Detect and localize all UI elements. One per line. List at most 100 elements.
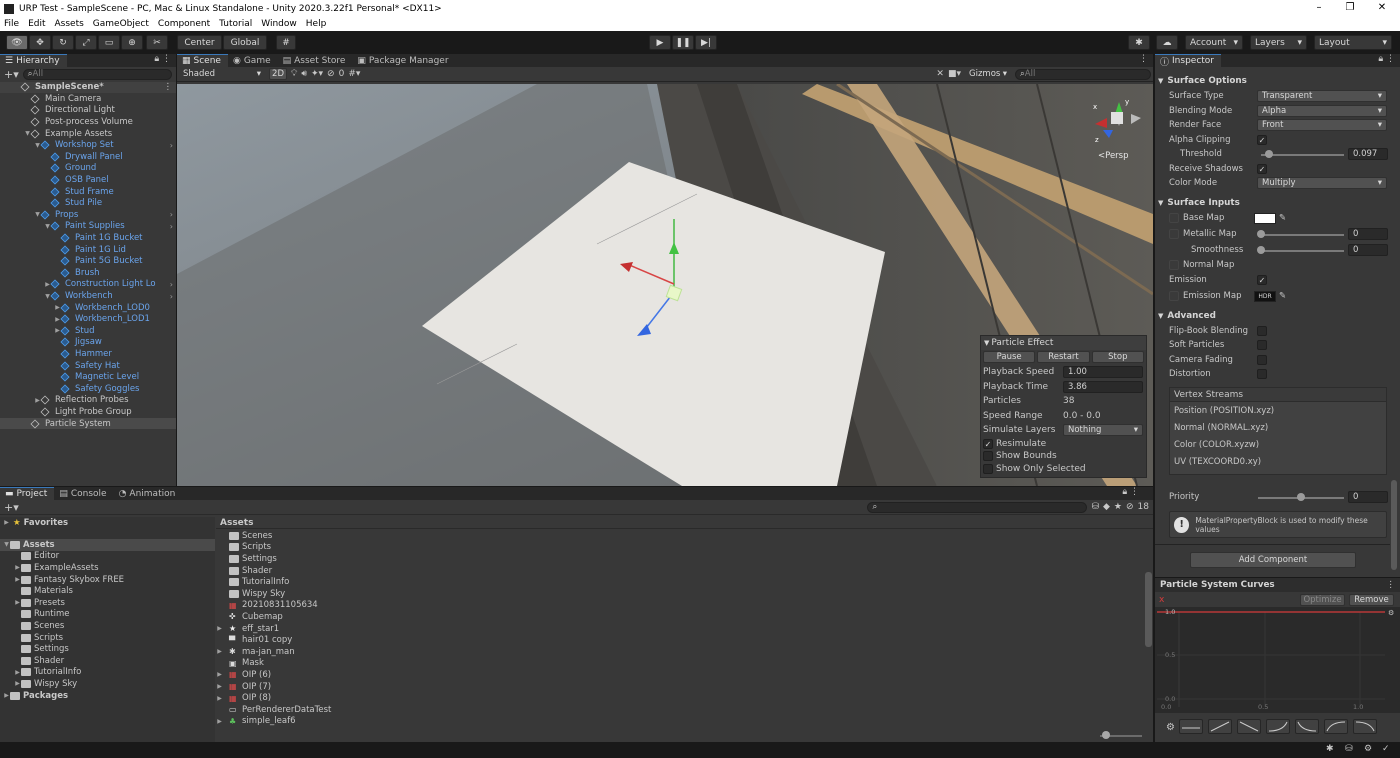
hierarchy-item[interactable]: Ground: [0, 163, 176, 175]
optimize-button[interactable]: Optimize: [1300, 593, 1345, 606]
favorites-row[interactable]: ▶ ★ Favorites: [3, 517, 68, 529]
hierarchy-item[interactable]: Drywall Panel: [0, 151, 176, 163]
simulate-layers-dropdown[interactable]: Nothing ▾: [1063, 424, 1143, 437]
pivot-center-button[interactable]: Center: [177, 35, 222, 50]
surface-options-header[interactable]: ▼ Surface Options: [1158, 76, 1247, 86]
hierarchy-item[interactable]: Post-process Volume: [0, 116, 176, 128]
remove-button[interactable]: Remove: [1349, 593, 1394, 606]
priority-slider-knob[interactable]: [1297, 493, 1305, 501]
smoothness-input[interactable]: 0: [1348, 244, 1388, 256]
hierarchy-item[interactable]: ▼ Paint Supplies ›: [0, 221, 176, 233]
particle-effect-checkbox[interactable]: ✓: [983, 438, 993, 449]
grid-snap-button[interactable]: #: [276, 35, 296, 50]
tab-game[interactable]: ◉ Game: [228, 54, 278, 67]
maximize-button[interactable]: ❐: [1334, 0, 1366, 17]
menu-component[interactable]: Component: [158, 19, 210, 29]
chevron-right-icon[interactable]: ›: [170, 141, 173, 150]
hierarchy-item[interactable]: Jigsaw: [0, 337, 176, 349]
particle-effect-input[interactable]: 3.86: [1063, 380, 1143, 393]
view-tool-button[interactable]: 👁: [6, 35, 28, 50]
expand-arrow-icon[interactable]: ▶: [14, 564, 21, 571]
persp-label[interactable]: <Persp: [1098, 151, 1129, 161]
favorite-icon[interactable]: ★: [1114, 502, 1122, 512]
vertex-stream-item[interactable]: Color (COLOR.xyzw): [1170, 436, 1386, 453]
asset-item[interactable]: ▀ hair01 copy: [216, 634, 292, 646]
vertex-stream-item[interactable]: Position (POSITION.xyz): [1170, 402, 1386, 419]
more-options-icon[interactable]: ⋮: [1386, 580, 1400, 590]
base-map-slot[interactable]: [1169, 213, 1179, 223]
move-tool-button[interactable]: ✥: [29, 35, 51, 50]
tab-project[interactable]: ▬ Project: [0, 487, 55, 500]
step-button[interactable]: ▶|: [695, 35, 717, 50]
project-tree-item[interactable]: ▶ Presets: [0, 597, 215, 609]
expand-arrow-icon[interactable]: ▶: [216, 718, 223, 725]
hierarchy-item[interactable]: ▶ Stud: [0, 325, 176, 337]
hierarchy-item[interactable]: Paint 1G Bucket: [0, 232, 176, 244]
pivot-global-button[interactable]: Global: [223, 35, 267, 50]
surface-type-dropdown[interactable]: Transparent ▾: [1257, 90, 1387, 102]
layout-dropdown[interactable]: Layout ▾: [1314, 35, 1392, 50]
hierarchy-item[interactable]: ▼ Example Assets: [0, 128, 176, 140]
hierarchy-item[interactable]: ▶ Construction Light Lo ›: [0, 279, 176, 291]
pause-button[interactable]: ❚❚: [672, 35, 694, 50]
asset-item[interactable]: ▭ PerRendererDataTest: [216, 704, 331, 716]
project-tree-item[interactable]: ▼ Assets: [0, 539, 215, 551]
add-component-button[interactable]: Add Component: [1190, 552, 1356, 568]
project-tree-item[interactable]: ▶ Wispy Sky: [0, 678, 215, 690]
gear-icon[interactable]: ⚙: [1166, 722, 1175, 733]
particle-effect-checkbox[interactable]: [983, 463, 993, 474]
chevron-right-icon[interactable]: ›: [170, 280, 173, 289]
particle-effect-input[interactable]: 1.00: [1063, 366, 1143, 379]
asset-item[interactable]: ▶ ★ eff_star1: [216, 623, 279, 635]
hierarchy-item[interactable]: Directional Light: [0, 105, 176, 117]
menu-tutorial[interactable]: Tutorial: [219, 19, 252, 29]
hierarchy-item[interactable]: ▼ Props ›: [0, 209, 176, 221]
asset-item[interactable]: ▶ ♣ simple_leaf6: [216, 716, 295, 728]
asset-item[interactable]: ▦ 20210831105634: [216, 600, 318, 612]
asset-item[interactable]: Scripts: [216, 542, 271, 554]
base-color-swatch[interactable]: [1254, 212, 1276, 224]
expand-arrow-icon[interactable]: ▶: [44, 281, 51, 288]
audio-icon[interactable]: 🔊︎: [301, 69, 307, 79]
progress-icon[interactable]: ✓: [1382, 744, 1390, 754]
expand-arrow-icon[interactable]: ▶: [14, 680, 21, 687]
distortion-checkbox[interactable]: [1257, 369, 1267, 379]
hierarchy-item[interactable]: Paint 1G Lid: [0, 244, 176, 256]
metallic-input[interactable]: 0: [1348, 228, 1388, 240]
hierarchy-item[interactable]: Particle System: [0, 417, 176, 430]
play-button[interactable]: ▶: [649, 35, 671, 50]
more-options-icon[interactable]: ⋮: [1139, 54, 1153, 67]
chevron-right-icon[interactable]: ›: [170, 292, 173, 301]
camera-fading-checkbox[interactable]: [1257, 355, 1267, 365]
hierarchy-item[interactable]: ▼ Workshop Set ›: [0, 140, 176, 152]
particle-effect-header[interactable]: ▼ Particle Effect: [981, 336, 1146, 350]
particle-pause-button[interactable]: Pause: [983, 351, 1036, 363]
hierarchy-item[interactable]: ▶ Reflection Probes: [0, 395, 176, 407]
expand-arrow-icon[interactable]: ▶: [216, 625, 223, 632]
hidden-objects-icon[interactable]: ⊘: [327, 69, 335, 79]
asset-item[interactable]: ▶ ▦ OIP (6): [216, 669, 271, 681]
curve-preset-ease-down[interactable]: [1353, 719, 1377, 734]
menu-help[interactable]: Help: [306, 19, 327, 29]
account-dropdown[interactable]: Account ▾: [1185, 35, 1243, 50]
asset-item[interactable]: ▶ ✱ ma-jan_man: [216, 646, 294, 658]
curve-preset-ease-up[interactable]: [1324, 719, 1348, 734]
asset-item[interactable]: Wispy Sky: [216, 588, 285, 600]
normal-map-slot[interactable]: [1169, 260, 1179, 270]
project-tree-item[interactable]: ▶ TutorialInfo: [0, 667, 215, 679]
filter-type-icon[interactable]: ⛁: [1091, 502, 1099, 512]
eyedropper-icon[interactable]: ✎: [1279, 213, 1286, 223]
gizmos-dropdown[interactable]: Gizmos ▾: [965, 68, 1011, 80]
scale-tool-button[interactable]: ⤢: [75, 35, 97, 50]
asset-scrollbar[interactable]: [1145, 572, 1152, 647]
hierarchy-item[interactable]: Brush: [0, 267, 176, 279]
tab-inspector[interactable]: ⓘ Inspector: [1155, 54, 1221, 68]
tab-console[interactable]: ▤ Console: [54, 487, 113, 500]
inspector-scrollbar[interactable]: [1391, 480, 1397, 570]
camera-icon[interactable]: ■▾: [948, 69, 961, 79]
metallic-map-slot[interactable]: [1169, 229, 1179, 239]
alpha-clipping-checkbox[interactable]: ✓: [1257, 135, 1267, 145]
curve-preset-linear-down[interactable]: [1237, 719, 1261, 734]
menu-gameobject[interactable]: GameObject: [93, 19, 149, 29]
project-tree-item[interactable]: Runtime: [0, 609, 215, 621]
